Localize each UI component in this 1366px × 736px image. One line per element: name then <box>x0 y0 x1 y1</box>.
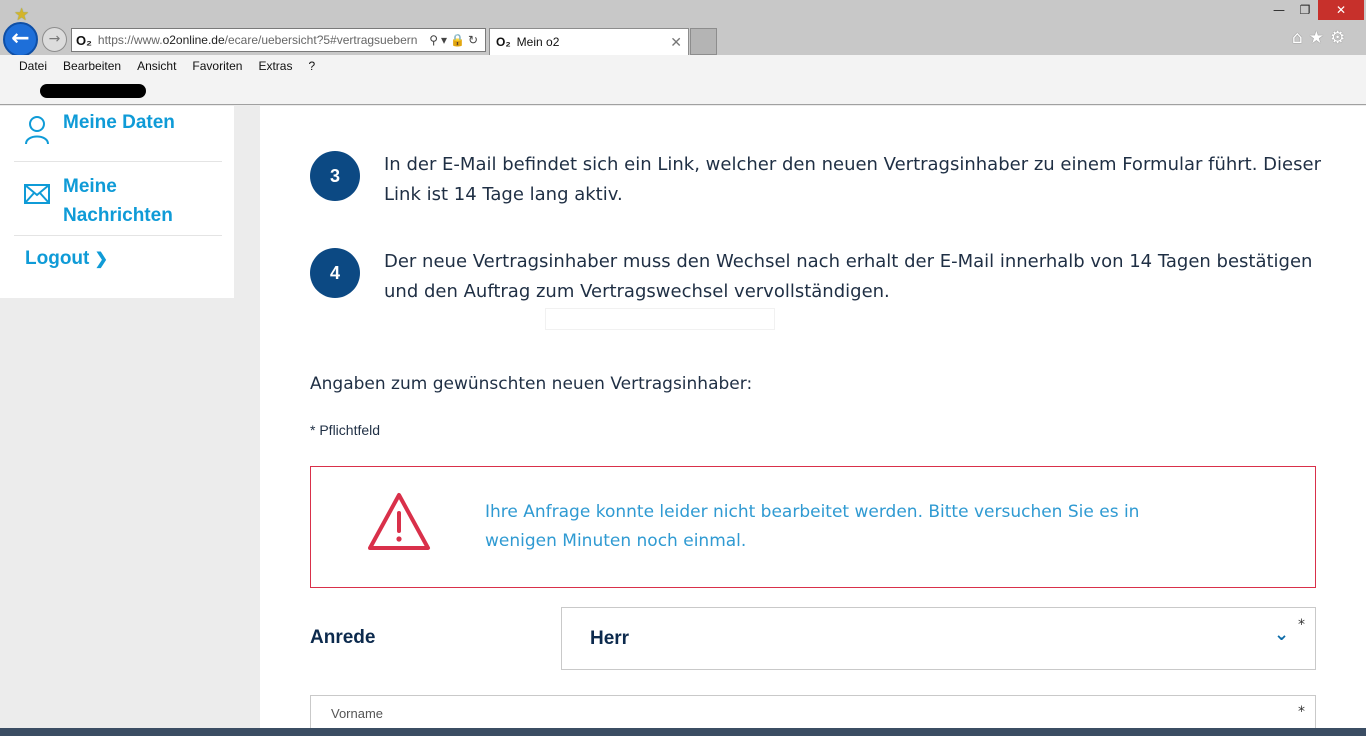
sidebar-item-logout[interactable]: Logout ❯ <box>14 248 222 278</box>
envelope-icon <box>24 184 50 204</box>
anrede-label: Anrede <box>310 627 376 648</box>
user-icon <box>25 116 49 145</box>
tab-close-icon[interactable]: ✕ <box>670 34 682 51</box>
anrede-selected-value[interactable]: Herr <box>590 628 629 650</box>
required-note: * Pflichtfeld <box>310 422 381 438</box>
menu-ansicht[interactable]: Ansicht <box>137 59 176 73</box>
add-favorite-icon[interactable]: ★ <box>14 5 29 25</box>
sidebar-item-label: Meine Nachrichten <box>63 176 173 226</box>
required-mark: * <box>1298 617 1305 633</box>
gear-icon[interactable]: ⚙ <box>1330 28 1351 48</box>
site-favicon-icon: O₂ <box>76 32 92 48</box>
chevron-right-icon: ❯ <box>94 251 109 268</box>
step-number-badge: 3 <box>310 151 360 201</box>
menu-extras[interactable]: Extras <box>258 59 292 73</box>
forward-button[interactable]: → <box>42 27 67 52</box>
error-message: Ihre Anfrage konnte leider nicht bearbei… <box>485 502 1140 551</box>
redacted-favorite <box>40 84 146 98</box>
menu-bearbeiten[interactable]: Bearbeiten <box>63 59 121 73</box>
sidebar-item-meine-daten[interactable]: Meine Daten <box>14 112 222 162</box>
favorites-star-icon[interactable]: ★ <box>1309 28 1330 48</box>
browser-tools[interactable]: ⌂★⚙ <box>1292 28 1362 48</box>
window-close-icon[interactable]: ✕ <box>1318 0 1364 20</box>
menu-favoriten[interactable]: Favoriten <box>192 59 242 73</box>
warning-triangle-icon <box>368 493 430 550</box>
vorname-placeholder: Vorname <box>331 706 384 721</box>
step-number-badge: 4 <box>310 248 360 298</box>
address-bar[interactable]: O₂ https://www.o2online.de/ecare/uebersi… <box>71 28 486 52</box>
step-description: Der neue Vertragsinhaber muss den Wechse… <box>384 251 1313 302</box>
tab-title: Mein o2 <box>516 35 560 49</box>
maximize-icon[interactable]: ❐ <box>1292 0 1318 20</box>
back-button[interactable]: ← <box>3 22 38 57</box>
ghost-tooltip <box>545 308 775 330</box>
step-description: In der E-Mail befindet sich ein Link, we… <box>384 154 1321 205</box>
favorites-bar <box>0 77 1366 105</box>
sidebar-item-meine-nachrichten[interactable]: Meine Nachrichten <box>14 172 222 236</box>
sidebar-item-label: Logout ❯ <box>25 248 109 269</box>
sidebar-item-label: Meine Daten <box>63 112 175 133</box>
minimize-icon[interactable]: — <box>1266 0 1292 20</box>
tab-mein-o2[interactable]: O₂ Mein o2 ✕ <box>489 28 689 55</box>
menu-datei[interactable]: Datei <box>19 59 47 73</box>
anrede-select[interactable] <box>561 607 1316 670</box>
menu-bar: Datei Bearbeiten Ansicht Favoriten Extra… <box>0 55 1366 77</box>
required-mark: * <box>1298 704 1305 720</box>
section-title: Angaben zum gewünschten neuen Vertragsin… <box>310 374 753 394</box>
address-url[interactable]: https://www.o2online.de/ecare/uebersicht… <box>98 33 425 47</box>
os-taskbar <box>0 728 1366 736</box>
chevron-down-icon[interactable]: ⌄ <box>1274 624 1289 645</box>
menu-help[interactable]: ? <box>308 59 315 73</box>
new-tab-button[interactable] <box>690 28 717 55</box>
home-icon[interactable]: ⌂ <box>1292 28 1309 48</box>
tab-favicon-icon: O₂ <box>496 35 511 49</box>
address-actions-icon[interactable]: ⚲▾🔒↻ <box>429 33 485 47</box>
